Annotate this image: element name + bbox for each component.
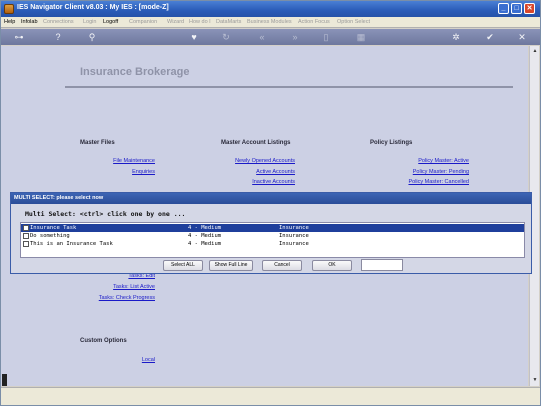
task-priority: 4 - Medium <box>188 225 222 231</box>
check-icon[interactable]: ✔ <box>483 31 497 43</box>
task-category: Insurance <box>279 225 309 231</box>
dialog-input[interactable] <box>361 259 403 271</box>
title-bar: IES Navigator Client v8.03 : My IES : [m… <box>1 1 540 17</box>
task-name: This is an Insurance Task <box>30 241 113 247</box>
menu-wizard[interactable]: Wizard <box>167 19 184 25</box>
menu-companion[interactable]: Companion <box>129 19 157 25</box>
dialog-heading: Multi Select: <ctrl> click one by one ..… <box>25 210 186 218</box>
menu-login[interactable]: Login <box>83 19 96 25</box>
link-policy-master-cancelled[interactable]: Policy Master: Cancelled <box>389 179 469 185</box>
menu-logoff[interactable]: Logoff <box>103 19 118 25</box>
select-all-button[interactable]: Select ALL <box>163 260 203 271</box>
link-newly-opened-accounts[interactable]: Newly Opened Accounts <box>215 158 295 164</box>
dialog-title: MULTI SELECT: please select now <box>11 193 531 204</box>
maximize-button[interactable]: □ <box>511 3 522 14</box>
link-active-accounts[interactable]: Active Accounts <box>215 169 295 175</box>
scroll-up-icon[interactable]: ▲ <box>531 47 539 55</box>
list-item[interactable]: Do something 4 - Medium Insurance <box>21 232 524 240</box>
link-tasks-check-progress[interactable]: Tasks: Check Progress <box>85 295 155 301</box>
app-window: IES Navigator Client v8.03 : My IES : [m… <box>0 0 541 406</box>
menu-action-focus[interactable]: Action Focus <box>298 19 330 25</box>
ok-button[interactable]: OK <box>312 260 352 271</box>
back-icon[interactable]: « <box>255 31 269 43</box>
cancel-button[interactable]: Cancel <box>262 260 302 271</box>
link-policy-master-pending[interactable]: Policy Master: Pending <box>389 169 469 175</box>
refresh-icon[interactable]: ↻ <box>219 31 233 43</box>
task-name: Do something <box>30 233 70 239</box>
heart-icon[interactable]: ♥ <box>187 31 201 43</box>
link-policy-master-active[interactable]: Policy Master: Active <box>389 158 469 164</box>
menu-help[interactable]: Help <box>4 19 15 25</box>
link-enquiries[interactable]: Enquiries <box>105 169 155 175</box>
link-file-maintenance[interactable]: File Maintenance <box>105 158 155 164</box>
menu-option-select[interactable]: Option Select <box>337 19 370 25</box>
toolbar: ⊶ ? ⚲ ♥ ↻ « » ▯ ▦ ✲ ✔ ✕ <box>1 29 540 45</box>
search-icon[interactable]: ⚲ <box>85 31 99 43</box>
settings-icon[interactable]: ✲ <box>449 31 463 43</box>
key-icon[interactable]: ⊶ <box>7 31 31 43</box>
cancel-icon[interactable]: ✕ <box>515 31 529 43</box>
task-category: Insurance <box>279 233 309 239</box>
task-priority: 4 - Medium <box>188 241 222 247</box>
task-list[interactable]: Insurance Task 4 - Medium Insurance Do s… <box>20 222 525 258</box>
task-priority: 4 - Medium <box>188 233 222 239</box>
window-title: IES Navigator Client v8.03 : My IES : [m… <box>17 4 169 11</box>
row-checkbox[interactable] <box>23 241 29 247</box>
link-inactive-accounts[interactable]: Inactive Accounts <box>215 179 295 185</box>
row-checkbox[interactable] <box>23 233 29 239</box>
section-custom-options: Custom Options <box>80 338 127 344</box>
section-master-files: Master Files <box>80 140 115 146</box>
menu-infolab[interactable]: Infolab <box>21 19 38 25</box>
multi-select-dialog: MULTI SELECT: please select now Multi Se… <box>10 192 532 274</box>
menu-datamarts[interactable]: DataMarts <box>216 19 241 25</box>
menu-connections[interactable]: Connections <box>43 19 74 25</box>
menu-how-do-i[interactable]: How do I <box>189 19 211 25</box>
app-icon <box>4 4 14 14</box>
link-tasks-list-active[interactable]: Tasks: List Active <box>85 284 155 290</box>
status-bar <box>1 387 540 405</box>
forward-icon[interactable]: » <box>288 31 302 43</box>
menu-business-modules[interactable]: Business Modules <box>247 19 292 25</box>
section-policy-listings: Policy Listings <box>370 140 413 146</box>
link-local[interactable]: Local <box>105 357 155 363</box>
list-item[interactable]: This is an Insurance Task 4 - Medium Ins… <box>21 240 524 248</box>
document-icon[interactable]: ▯ <box>319 31 333 43</box>
task-category: Insurance <box>279 241 309 247</box>
list-item[interactable]: Insurance Task 4 - Medium Insurance <box>21 224 524 232</box>
title-divider <box>65 86 513 88</box>
row-checkbox[interactable] <box>23 225 29 231</box>
help-icon[interactable]: ? <box>51 31 65 43</box>
section-master-account-listings: Master Account Listings <box>221 140 291 146</box>
grid-icon[interactable]: ▦ <box>354 31 368 43</box>
minimize-button[interactable]: _ <box>498 3 509 14</box>
close-button[interactable]: ✕ <box>524 3 535 14</box>
task-name: Insurance Task <box>30 225 77 231</box>
page-title: Insurance Brokerage <box>80 66 190 78</box>
show-full-line-button[interactable]: Show Full Line <box>209 260 253 271</box>
menu-bar: Help Infolab Connections Login Logoff Co… <box>1 17 540 28</box>
scroll-down-icon[interactable]: ▼ <box>531 376 539 384</box>
